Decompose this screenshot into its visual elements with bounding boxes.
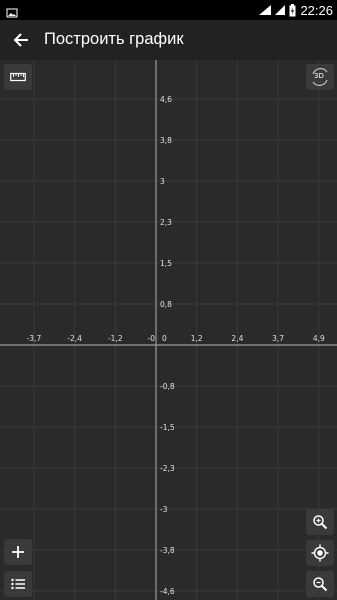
zoom-in-icon	[313, 515, 328, 530]
ruler-icon	[10, 72, 26, 82]
app-bar: Построить график	[0, 20, 337, 60]
y-tick-label: -3,8	[160, 546, 175, 555]
x-tick-label: -2,4	[67, 334, 82, 343]
y-tick-label: -3	[160, 505, 168, 514]
status-bar: 22:26	[0, 0, 337, 20]
y-tick-label: 4,6	[160, 95, 172, 104]
locate-icon	[311, 544, 329, 562]
y-tick-label: 2,3	[160, 218, 172, 227]
zoom-in-button[interactable]	[306, 509, 334, 535]
add-function-button[interactable]	[4, 539, 32, 565]
3d-label: 3D	[314, 72, 324, 80]
function-list-button[interactable]	[4, 571, 32, 597]
y-tick-label: -2,3	[160, 464, 175, 473]
graph-plot: -3,7 -2,4 -1,2 -0 0 1,2 2,4 3,7 4,9 4,6 3,8 3 2,3 1,5…	[0, 60, 337, 600]
x-tick-label: -1,2	[108, 334, 123, 343]
x-tick-label: 3,7	[272, 334, 284, 343]
back-button[interactable]	[6, 24, 36, 56]
x-tick-label: -3,7	[27, 334, 42, 343]
zoom-out-button[interactable]	[306, 571, 334, 597]
list-icon	[11, 578, 25, 590]
x-tick-label: 0	[162, 334, 167, 343]
y-tick-label: -4,6	[160, 587, 175, 596]
status-time: 22:26	[300, 2, 333, 18]
plus-icon	[12, 546, 24, 558]
zoom-out-icon	[313, 577, 328, 592]
y-tick-label: 0,8	[160, 300, 172, 309]
y-tick-label: 1,5	[160, 259, 172, 268]
x-tick-label: 2,4	[231, 334, 243, 343]
wifi-icon	[259, 4, 272, 16]
graph-canvas[interactable]: -3,7 -2,4 -1,2 -0 0 1,2 2,4 3,7 4,9 4,6 3,8 3 2,3 1,5…	[0, 60, 337, 600]
y-tick-label: 3,8	[160, 136, 172, 145]
image-icon	[6, 4, 18, 18]
x-tick-label: 4,9	[313, 334, 325, 343]
x-tick-label: 1,2	[191, 334, 203, 343]
arrow-back-icon	[13, 33, 28, 47]
ruler-button[interactable]	[4, 64, 32, 90]
x-tick-label: -0	[148, 334, 156, 343]
3d-mode-button[interactable]: 3D	[306, 64, 334, 90]
page-title: Построить график	[44, 30, 184, 48]
status-icons: 22:26	[259, 0, 333, 20]
y-tick-label: 3	[160, 177, 165, 186]
signal-icon	[275, 4, 286, 16]
battery-charging-icon	[289, 3, 296, 17]
y-tick-label: -0,8	[160, 382, 175, 391]
y-tick-label: -1,5	[160, 423, 175, 432]
locate-button[interactable]	[306, 540, 334, 566]
